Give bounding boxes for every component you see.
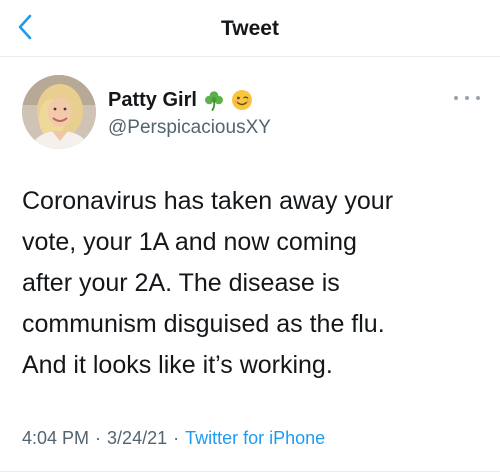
- tweet-source-link[interactable]: Twitter for iPhone: [185, 428, 325, 449]
- more-options-button[interactable]: [454, 91, 480, 105]
- more-dots-icon: [454, 96, 458, 100]
- meta-separator: ·: [95, 428, 102, 448]
- top-nav-bar: Tweet: [0, 0, 500, 57]
- winking-face-icon: [231, 89, 253, 111]
- tweet-text: Coronavirus has taken away your vote, yo…: [22, 187, 394, 379]
- avatar[interactable]: [22, 75, 96, 149]
- more-dot: [465, 96, 469, 100]
- meta-separator: ·: [173, 428, 180, 448]
- page-title: Tweet: [221, 17, 279, 40]
- tweet-time: 4:04 PM: [22, 428, 90, 448]
- more-dot: [476, 96, 480, 100]
- display-name: Patty Girl: [108, 88, 197, 111]
- tweet-metadata: 4:04 PM · 3/24/21 · Twitter for iPhone: [22, 428, 325, 449]
- tweet-card: Patty Girl @PerspicaciousXY Coronavirus …: [0, 57, 500, 472]
- tweet-author[interactable]: Patty Girl @PerspicaciousXY: [108, 87, 271, 139]
- profile-photo: [22, 75, 96, 149]
- tweet-date: 3/24/21: [107, 428, 168, 448]
- user-handle: @PerspicaciousXY: [108, 117, 271, 138]
- shamrock-icon: [203, 89, 225, 111]
